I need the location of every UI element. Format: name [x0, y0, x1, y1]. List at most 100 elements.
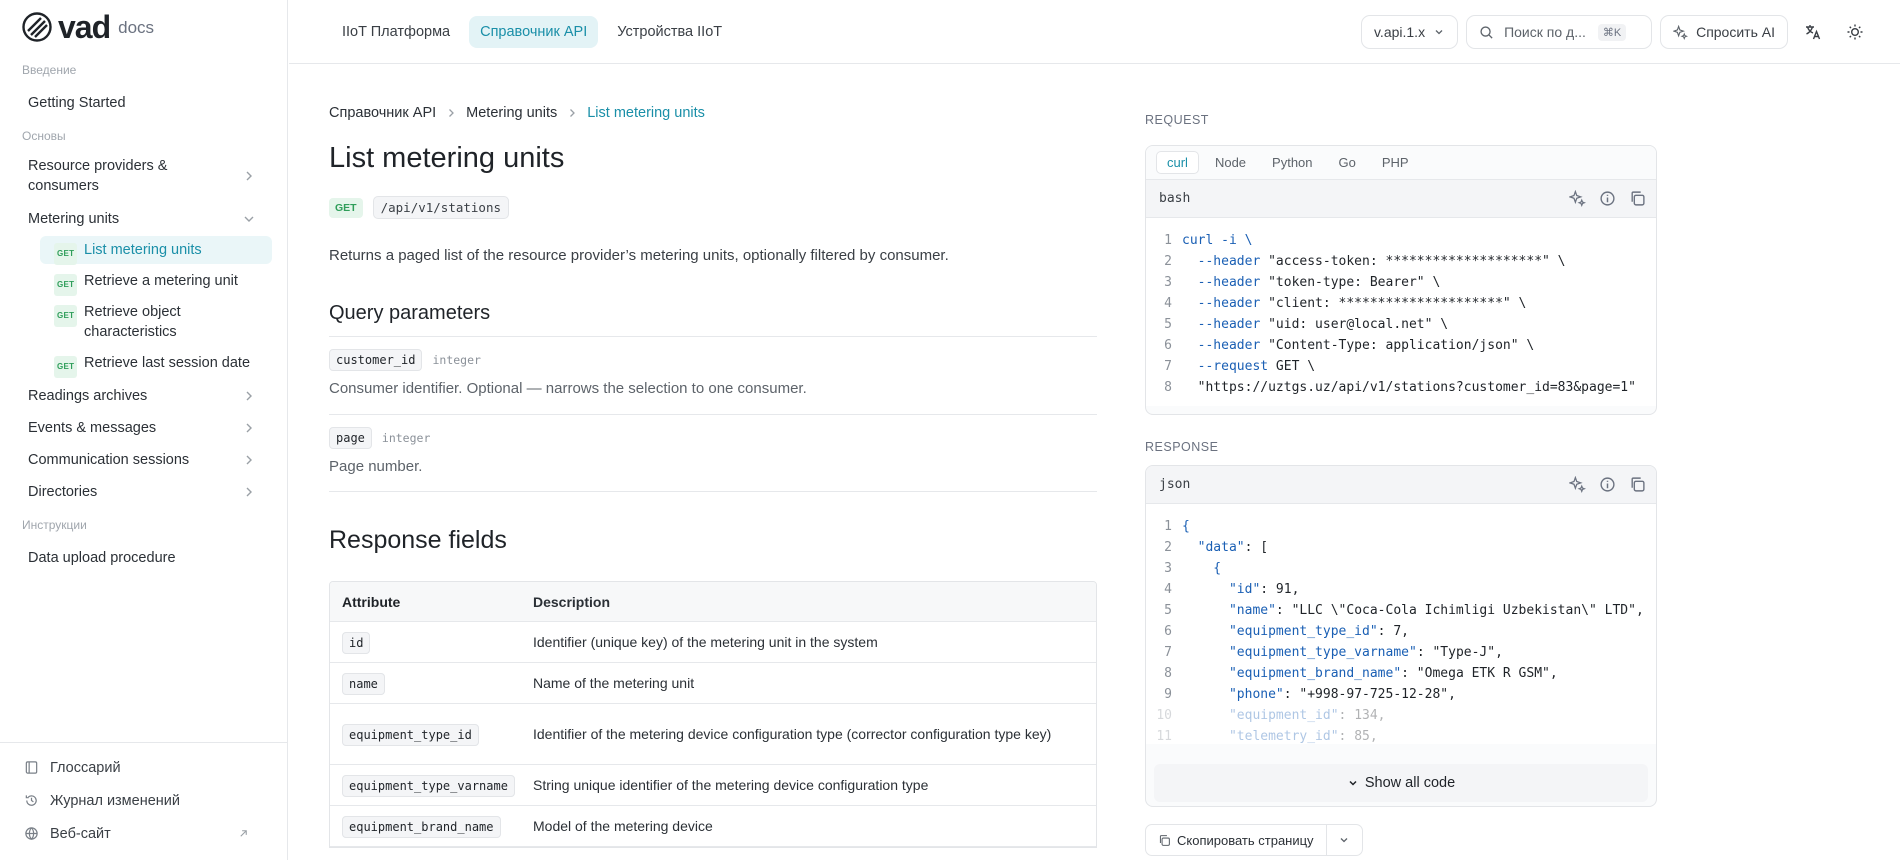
sidebar-item-events-messages[interactable]: Events & messages: [0, 417, 288, 439]
search-icon: [1480, 25, 1493, 39]
sidebar-item-directories[interactable]: Directories: [0, 481, 288, 503]
tab-curl[interactable]: curl: [1156, 151, 1199, 174]
line-number: 4: [1164, 296, 1172, 311]
version-select[interactable]: v.api.1.x: [1360, 15, 1459, 49]
sidebar-item-resource-providers[interactable]: Resource providers & consumers: [0, 156, 288, 196]
code-line: 3 {: [1146, 558, 1656, 579]
code-token: {: [1182, 561, 1222, 576]
sidebar-item-label: Communication sessions: [28, 452, 190, 468]
line-number: 9: [1164, 687, 1172, 702]
code-token: "Content-Type: application/json" \: [1268, 338, 1535, 353]
sidebar-subitem-retrieve-object-characteristics[interactable]: GET Retrieve object characteristics: [40, 298, 272, 346]
tab-php[interactable]: PHP: [1372, 152, 1419, 173]
code-actions: [1569, 476, 1646, 493]
footer-website-link[interactable]: Веб-сайт: [0, 817, 288, 850]
chevron-right-icon: [570, 109, 576, 117]
endpoint-path: /api/v1/stations: [372, 196, 510, 219]
ask-ai-label: Спросить AI: [1696, 24, 1775, 40]
endpoint: GET /api/v1/stations: [329, 196, 510, 219]
sidebar-footer: Глоссарий Журнал изменений Веб-сайт: [0, 742, 288, 860]
get-badge: GET: [54, 305, 78, 327]
attribute-description: Model of the metering device: [533, 818, 713, 834]
footer-changelog-link[interactable]: Журнал изменений: [0, 784, 288, 817]
theme-toggle[interactable]: [1838, 15, 1872, 49]
get-badge: GET: [54, 274, 78, 296]
tab-python[interactable]: Python: [1262, 152, 1322, 173]
code-line: 5 "name": "LLC \"Coca-Cola Ichimligi Uzb…: [1146, 600, 1656, 621]
history-icon: [25, 795, 37, 806]
code-token: --header: [1182, 296, 1269, 311]
topbar-actions: v.api.1.x Поиск по д... ⌘K Спросить AI: [1360, 15, 1872, 49]
sidebar-subitem-label: Retrieve object: [84, 304, 181, 320]
tab-iiot-platform[interactable]: IIoT Платформа: [331, 16, 461, 48]
ask-ai-button[interactable]: Спросить AI: [1660, 15, 1788, 49]
line-number: 7: [1164, 645, 1172, 660]
code-token: "equipment_brand_name": [1182, 666, 1402, 681]
request-label: REQUEST: [1145, 113, 1209, 127]
copy-icon: [1159, 834, 1170, 846]
param-name: customer_id: [329, 349, 423, 371]
ai-explain-icon[interactable]: [1569, 190, 1586, 207]
logo[interactable]: vad docs: [22, 10, 154, 44]
code-line: 2 --header "access-token: **************…: [1146, 251, 1656, 272]
sidebar-item-label: Resource providers &: [28, 158, 168, 174]
code-line: 9 "phone": "+998-97-725-12-28",: [1146, 684, 1656, 705]
copy-page-button[interactable]: Скопировать страницу: [1146, 825, 1326, 855]
code-language-label: json: [1159, 477, 1191, 492]
code-line: 1 curl -i \: [1146, 230, 1656, 251]
tab-iiot-devices[interactable]: Устройства IIoT: [606, 16, 733, 48]
code-token: --header: [1182, 338, 1269, 353]
nav-section-basics: Основы: [22, 129, 66, 143]
code-token: : "Omega ETK R GSM",: [1401, 666, 1558, 681]
tab-go[interactable]: Go: [1329, 152, 1366, 173]
footer-glossary-label: Глоссарий: [50, 759, 121, 776]
code-token: : [: [1244, 540, 1269, 555]
sidebar-item-getting-started[interactable]: Getting Started: [0, 92, 288, 114]
table-header-row: Attribute Description: [330, 582, 1096, 622]
code-token: --request: [1182, 359, 1276, 374]
line-number: 6: [1164, 624, 1172, 639]
copy-icon[interactable]: [1629, 476, 1646, 493]
sidebar-item-metering-units[interactable]: Metering units: [0, 208, 288, 230]
footer-glossary-link[interactable]: Глоссарий: [0, 751, 288, 784]
code-token: "id": [1182, 582, 1261, 597]
breadcrumb-item-metering-units[interactable]: Metering units: [466, 105, 557, 121]
sidebar-item-data-upload[interactable]: Data upload procedure: [0, 547, 288, 569]
line-number: 4: [1164, 582, 1172, 597]
sidebar-item-label: Getting Started: [28, 95, 126, 111]
sidebar-subitem-retrieve-metering-unit[interactable]: GET Retrieve a metering unit: [40, 267, 272, 296]
sidebar-subitem-retrieve-last-session[interactable]: GET Retrieve last session date: [40, 349, 272, 378]
external-link-icon: [240, 830, 247, 837]
sidebar-subitem-label-line2: characteristics: [84, 324, 177, 340]
ai-explain-icon[interactable]: [1569, 476, 1586, 493]
tab-node[interactable]: Node: [1205, 152, 1256, 173]
table-row: id Identifier (unique key) of the meteri…: [330, 622, 1096, 663]
main-content: Справочник API Metering units List meter…: [329, 64, 1097, 860]
line-number: 3: [1164, 561, 1172, 576]
info-icon[interactable]: [1599, 476, 1616, 493]
language-button[interactable]: [1796, 15, 1830, 49]
breadcrumb: Справочник API Metering units List meter…: [329, 105, 705, 121]
sidebar-item-label: Data upload procedure: [28, 550, 176, 566]
tab-api-reference[interactable]: Справочник API: [469, 16, 599, 48]
line-number: 3: [1164, 275, 1172, 290]
info-icon[interactable]: [1599, 190, 1616, 207]
sidebar-item-communication-sessions[interactable]: Communication sessions: [0, 449, 288, 471]
code-token: "name": [1182, 603, 1276, 618]
sidebar-item-readings-archives[interactable]: Readings archives: [0, 385, 288, 407]
search-box[interactable]: Поиск по д... ⌘K: [1466, 15, 1653, 49]
copy-page-dropdown[interactable]: [1325, 825, 1362, 855]
code-token: : 134,: [1338, 708, 1386, 723]
code-line: 6 "equipment_type_id": 7,: [1146, 621, 1656, 642]
show-all-code-button[interactable]: Show all code: [1154, 764, 1648, 802]
get-badge: GET: [54, 243, 78, 265]
line-number: 10: [1156, 708, 1172, 723]
breadcrumb-item-api-reference[interactable]: Справочник API: [329, 105, 436, 121]
param-description: Page number.: [329, 458, 423, 475]
code-line: 4 --header "client: ********************…: [1146, 293, 1656, 314]
sparkle-icon: [1673, 24, 1689, 40]
copy-icon[interactable]: [1629, 190, 1646, 207]
sidebar-subitem-list-metering-units[interactable]: GET List metering units: [40, 236, 272, 265]
logo-word: vad: [58, 9, 111, 45]
code-line: 6 --header "Content-Type: application/js…: [1146, 335, 1656, 356]
